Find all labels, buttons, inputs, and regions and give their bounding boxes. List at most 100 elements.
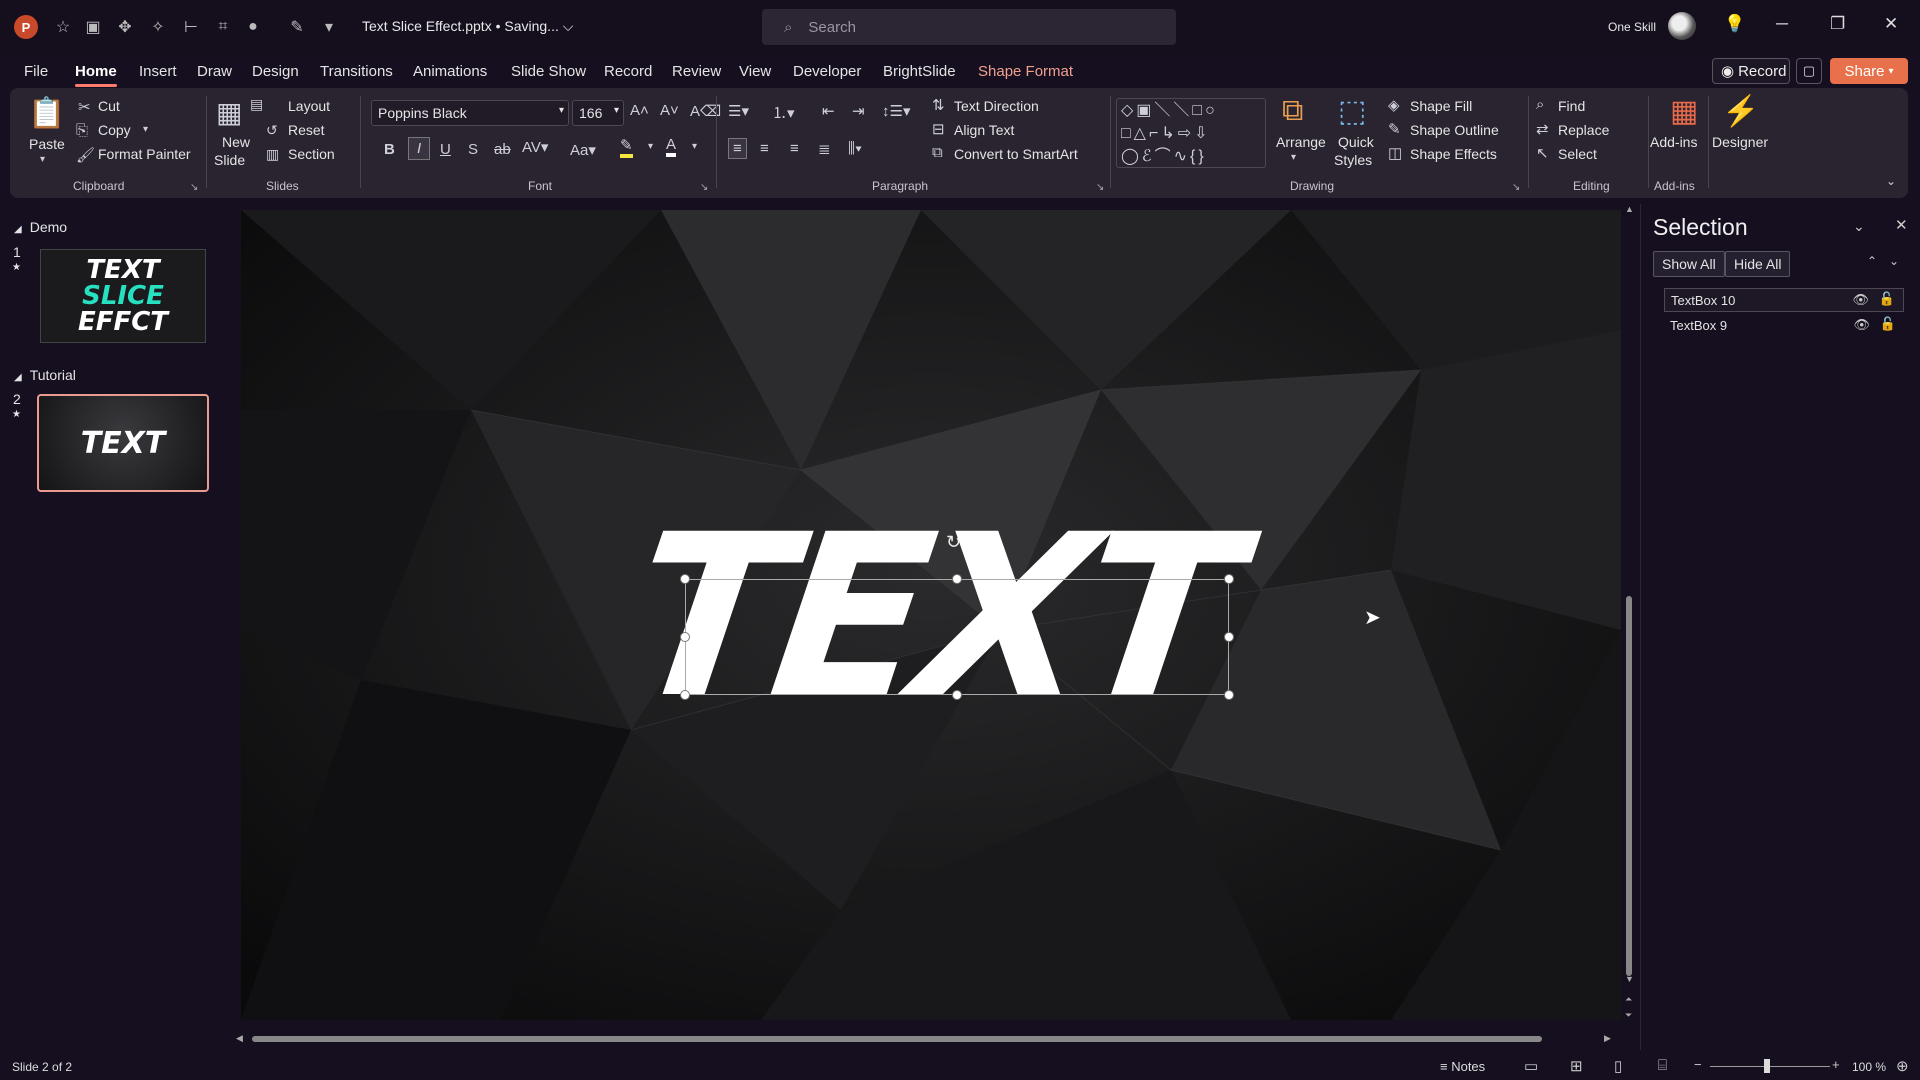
shapes-icon[interactable]: ✧ (145, 14, 171, 40)
designer-button[interactable]: Designer (1712, 134, 1768, 150)
dialog-launcher-icon[interactable]: ↘ (700, 182, 708, 193)
scroll-thumb[interactable] (1626, 596, 1632, 976)
font-family-select[interactable]: Poppins Black ▾ (371, 100, 569, 126)
tab-insert[interactable]: Insert (139, 63, 177, 80)
slideshow-icon[interactable]: ⌸ (1658, 1057, 1667, 1074)
rotate-handle-icon[interactable]: ↻ (946, 532, 961, 553)
dialog-launcher-icon[interactable]: ↘ (1096, 182, 1104, 193)
close-button[interactable]: ✕ (1884, 14, 1898, 34)
fit-to-window-icon[interactable]: ⊕ (1896, 1057, 1909, 1075)
next-slide-icon[interactable]: ⏷ (1625, 1010, 1632, 1021)
lightbulb-icon[interactable]: 💡 (1724, 14, 1745, 34)
justify-icon[interactable]: ≣ (818, 140, 831, 158)
resize-handle[interactable] (680, 690, 690, 700)
autosave-icon[interactable]: ☆ (50, 14, 76, 40)
search-input[interactable]: Search (808, 19, 856, 36)
change-case-icon[interactable]: Aa▾ (570, 141, 596, 159)
record-button[interactable]: ◉ Record (1712, 58, 1790, 84)
normal-view-icon[interactable]: ▭ (1524, 1057, 1538, 1075)
bullets-icon[interactable]: ☰▾ (728, 102, 749, 120)
shape-outline-button[interactable]: Shape Outline (1410, 122, 1499, 138)
new-slide-label-2[interactable]: Slide (214, 152, 245, 168)
tab-animations[interactable]: Animations (413, 63, 487, 80)
font-size-select[interactable]: 166 ▾ (572, 100, 624, 126)
scroll-right-icon[interactable]: ▶ (1604, 1033, 1611, 1044)
list-item[interactable]: TextBox 10 👁 🔓 (1664, 288, 1904, 312)
chevron-down-icon[interactable]: ▾ (692, 141, 697, 152)
section-button[interactable]: Section (288, 146, 335, 162)
paste-icon[interactable]: 📋 (28, 96, 65, 131)
designer-icon[interactable]: ⚡ (1722, 94, 1759, 129)
layout-button[interactable]: Layout (288, 98, 330, 114)
zoom-slider[interactable] (1710, 1066, 1830, 1067)
zoom-out-icon[interactable]: − (1694, 1057, 1702, 1072)
search-box[interactable]: ⌕ Search (762, 9, 1176, 45)
resize-handle[interactable] (680, 574, 690, 584)
reset-button[interactable]: Reset (288, 122, 325, 138)
decrease-font-icon[interactable]: A˅ (660, 102, 679, 119)
lock-icon[interactable]: 🔓 (1880, 316, 1896, 332)
addins-icon[interactable]: ▦ (1670, 94, 1698, 129)
numbering-icon[interactable]: ⒈▾ (772, 102, 795, 123)
quick-styles-icon[interactable]: ⬚ (1338, 94, 1366, 129)
scroll-left-icon[interactable]: ◀ (236, 1033, 243, 1044)
bold-icon[interactable]: B (384, 141, 395, 158)
italic-icon[interactable]: I (408, 137, 431, 160)
scroll-down-icon[interactable]: ▼ (1625, 974, 1634, 984)
tab-shape-format[interactable]: Shape Format (978, 63, 1073, 80)
share-button[interactable]: Share ▾ (1830, 58, 1908, 84)
slide-thumbnail-1[interactable]: TEXT SLICE EFFCT (40, 249, 206, 343)
fill-icon[interactable]: ● (240, 14, 266, 40)
selection-frame[interactable] (685, 579, 1229, 695)
tab-record[interactable]: Record (604, 63, 652, 80)
align-right-icon[interactable]: ≡ (790, 140, 799, 157)
previous-slide-icon[interactable]: ⏶ (1625, 994, 1632, 1005)
underline-icon[interactable]: U (440, 141, 451, 158)
crop-icon[interactable]: ⌗ (210, 14, 236, 40)
reading-view-icon[interactable]: ▯ (1614, 1057, 1622, 1075)
shadow-icon[interactable]: S (468, 141, 478, 158)
new-slide-icon[interactable]: ▦ (216, 96, 242, 129)
resize-handle[interactable] (680, 632, 690, 642)
document-title[interactable]: Text Slice Effect.pptx • Saving... ⌵ (362, 18, 573, 35)
resize-handle[interactable] (952, 690, 962, 700)
show-all-button[interactable]: Show All (1653, 251, 1725, 277)
paste-button[interactable]: Paste (29, 136, 65, 152)
resize-handle[interactable] (952, 574, 962, 584)
dialog-launcher-icon[interactable]: ↘ (190, 182, 198, 193)
list-item[interactable]: TextBox 9 👁 🔓 (1664, 314, 1904, 338)
zoom-level[interactable]: 100 % (1852, 1060, 1886, 1074)
scroll-thumb[interactable] (252, 1036, 1542, 1042)
shapes-gallery[interactable]: ◇▣＼＼□○ □△⌐↳⇨⇩ ◯ℰ⌒∿{} (1116, 98, 1266, 168)
format-painter-button[interactable]: Format Painter (98, 146, 191, 162)
eye-icon[interactable]: 👁 (1852, 292, 1869, 308)
bring-forward-icon[interactable]: ⌃ (1867, 254, 1877, 268)
chevron-down-icon[interactable]: ▾ (1291, 152, 1296, 163)
comments-button[interactable]: ▢ (1796, 58, 1822, 84)
slide-thumbnail-2[interactable]: TEXT (37, 394, 209, 492)
arrange-button[interactable]: Arrange (1276, 134, 1326, 150)
minimize-button[interactable]: ─ (1776, 14, 1788, 34)
select-button[interactable]: Select (1558, 146, 1597, 162)
align-text-button[interactable]: Align Text (954, 122, 1014, 138)
slide-sorter-icon[interactable]: ⊞ (1570, 1057, 1583, 1075)
tab-slide-show[interactable]: Slide Show (511, 63, 586, 80)
tab-view[interactable]: View (739, 63, 771, 80)
avatar[interactable] (1668, 12, 1696, 40)
hide-all-button[interactable]: Hide All (1725, 251, 1791, 277)
chevron-down-icon[interactable]: ▾ (143, 124, 148, 135)
increase-font-icon[interactable]: A˄ (630, 102, 649, 119)
tab-file[interactable]: File (24, 63, 48, 80)
zoom-slider-thumb[interactable] (1764, 1059, 1770, 1073)
text-direction-button[interactable]: Text Direction (954, 98, 1039, 114)
resize-handle[interactable] (1224, 690, 1234, 700)
tab-brightslide[interactable]: BrightSlide (883, 63, 956, 80)
arrange-icon[interactable]: ⧉ (1282, 94, 1303, 128)
quick-styles-label-2[interactable]: Styles (1334, 152, 1372, 168)
increase-indent-icon[interactable]: ⇥ (852, 102, 865, 120)
slide-canvas[interactable]: TEXT ↻ (241, 210, 1621, 1020)
lock-icon[interactable]: 🔓 (1879, 291, 1895, 307)
resize-handle[interactable] (1224, 574, 1234, 584)
decrease-indent-icon[interactable]: ⇤ (822, 102, 835, 120)
section-tutorial[interactable]: ◢ Tutorial (14, 367, 76, 383)
